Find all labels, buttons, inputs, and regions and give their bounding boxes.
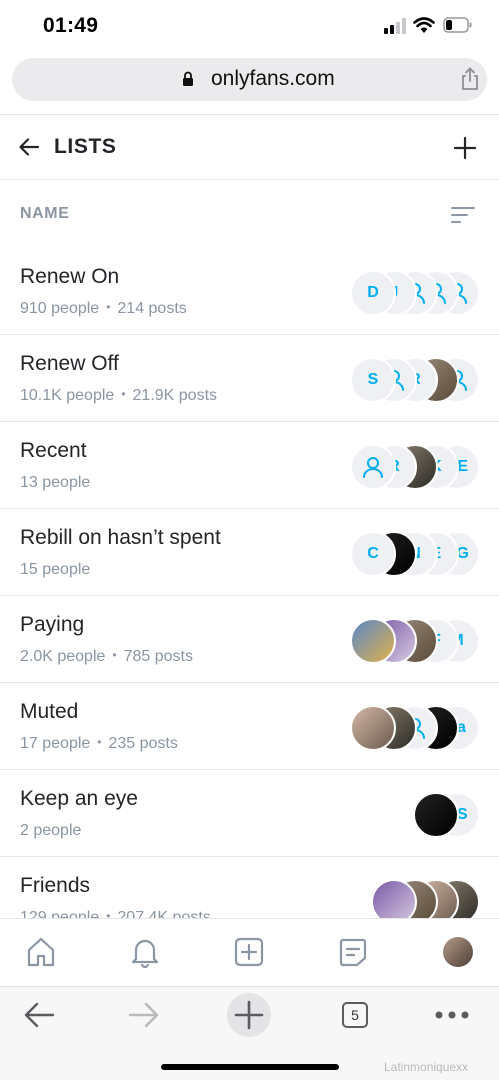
separator-dot: • bbox=[97, 735, 102, 749]
sort-label[interactable]: NAME bbox=[20, 205, 70, 223]
tabs-button[interactable]: 5 bbox=[341, 997, 369, 1033]
member-avatars: MF bbox=[350, 618, 480, 664]
new-post-icon[interactable] bbox=[232, 935, 266, 969]
list-name: Renew Off bbox=[20, 352, 119, 375]
add-icon[interactable] bbox=[453, 136, 477, 160]
avatar-photo bbox=[350, 705, 396, 751]
list-name: Paying bbox=[20, 613, 85, 636]
browser-forward-icon[interactable] bbox=[126, 997, 162, 1033]
avatar-photo bbox=[350, 618, 396, 664]
list-meta: 13 people bbox=[20, 474, 90, 492]
list-name: Muted bbox=[20, 700, 79, 723]
list-posts-count: 214 posts bbox=[117, 300, 187, 317]
list-item[interactable]: Muted 17 people • 235 posts Ja bbox=[0, 683, 499, 770]
profile-avatar[interactable] bbox=[441, 935, 475, 969]
list-item[interactable]: Friends 129 people • 207.4K posts bbox=[0, 857, 499, 918]
list-name: Recent bbox=[20, 439, 87, 462]
list-people-count: 10.1K people bbox=[20, 387, 115, 404]
avatar-photo bbox=[371, 879, 417, 918]
list-meta: 129 people • 207.4K posts bbox=[20, 909, 211, 918]
list-item[interactable]: Paying 2.0K people • 785 posts MF bbox=[0, 596, 499, 683]
list-name: Keep an eye bbox=[20, 787, 138, 810]
more-options-icon[interactable] bbox=[434, 997, 470, 1033]
battery-icon bbox=[443, 17, 472, 33]
list-posts-count: 21.9K posts bbox=[132, 387, 218, 404]
list-people-count: 2 people bbox=[20, 822, 82, 839]
list-name: Friends bbox=[20, 874, 91, 897]
list-item[interactable]: Keep an eye 2 people SS bbox=[0, 770, 499, 857]
page-header: LISTS bbox=[0, 114, 499, 180]
list-people-count: 129 people bbox=[20, 909, 100, 918]
plus-icon bbox=[234, 1000, 264, 1030]
user-icon bbox=[350, 444, 396, 490]
avatar-initials: D bbox=[350, 270, 396, 316]
status-time: 01:49 bbox=[43, 14, 99, 37]
sort-row: NAME bbox=[0, 180, 499, 248]
bottom-tab-bar bbox=[0, 918, 499, 986]
list-meta: 15 people bbox=[20, 561, 90, 579]
separator-dot: • bbox=[112, 648, 117, 662]
list-item[interactable]: Rebill on hasn’t spent 15 people CGENC bbox=[0, 509, 499, 596]
status-bar: 01:49 bbox=[0, 0, 499, 54]
list-posts-count: 207.4K posts bbox=[117, 909, 211, 918]
member-avatars: JD bbox=[350, 270, 480, 316]
separator-dot: • bbox=[106, 909, 111, 918]
home-icon[interactable] bbox=[24, 935, 58, 969]
signal-icon bbox=[384, 18, 408, 34]
avatar-photo bbox=[413, 792, 459, 838]
separator-dot: • bbox=[121, 387, 126, 401]
sort-icon[interactable] bbox=[451, 205, 475, 225]
list-posts-count: 235 posts bbox=[108, 735, 178, 752]
new-tab-button[interactable] bbox=[227, 993, 271, 1037]
member-avatars: Ja bbox=[350, 705, 480, 751]
list-people-count: 17 people bbox=[20, 735, 91, 752]
list-item[interactable]: Recent 13 people REKR bbox=[0, 422, 499, 509]
member-avatars: REKR bbox=[350, 444, 480, 490]
list-meta: 17 people • 235 posts bbox=[20, 735, 178, 753]
back-arrow-icon[interactable] bbox=[17, 135, 41, 159]
wifi-icon bbox=[413, 17, 435, 33]
member-avatars: CGENC bbox=[350, 531, 480, 577]
list-name: Renew On bbox=[20, 265, 120, 288]
list-meta: 2.0K people • 785 posts bbox=[20, 648, 193, 666]
list-item[interactable]: Renew On 910 people • 214 posts JD bbox=[0, 248, 499, 335]
list-item[interactable]: Renew Off 10.1K people • 21.9K posts RS bbox=[0, 335, 499, 422]
list-name: Rebill on hasn’t spent bbox=[20, 526, 221, 549]
member-avatars bbox=[371, 879, 480, 918]
address-bar[interactable]: onlyfans.com bbox=[12, 58, 487, 101]
list-people-count: 13 people bbox=[20, 474, 91, 491]
list-meta: 910 people • 214 posts bbox=[20, 300, 187, 318]
avatar-initials: C bbox=[350, 531, 396, 577]
list-people-count: 2.0K people bbox=[20, 648, 106, 665]
list-people-count: 910 people bbox=[20, 300, 100, 317]
list-posts-count: 785 posts bbox=[123, 648, 193, 665]
separator-dot: • bbox=[106, 300, 111, 314]
page-title: LISTS bbox=[54, 135, 117, 158]
list-meta: 10.1K people • 21.9K posts bbox=[20, 387, 217, 405]
avatar-initials: S bbox=[350, 357, 396, 403]
member-avatars: SS bbox=[413, 792, 480, 838]
member-avatars: RS bbox=[350, 357, 480, 403]
messages-icon[interactable] bbox=[336, 935, 370, 969]
share-icon[interactable] bbox=[459, 67, 481, 91]
lock-icon bbox=[183, 71, 193, 86]
tab-count: 5 bbox=[342, 1002, 368, 1028]
list-people-count: 15 people bbox=[20, 561, 91, 578]
url-text: onlyfans.com bbox=[211, 67, 335, 90]
watermark: Latinmoniquexx bbox=[384, 1060, 469, 1074]
home-indicator bbox=[161, 1064, 339, 1070]
list-meta: 2 people bbox=[20, 822, 81, 840]
lists-list: Renew On 910 people • 214 posts JD Renew Off 1… bbox=[0, 248, 499, 918]
browser-back-icon[interactable] bbox=[21, 997, 57, 1033]
notifications-bell-icon[interactable] bbox=[128, 935, 162, 969]
